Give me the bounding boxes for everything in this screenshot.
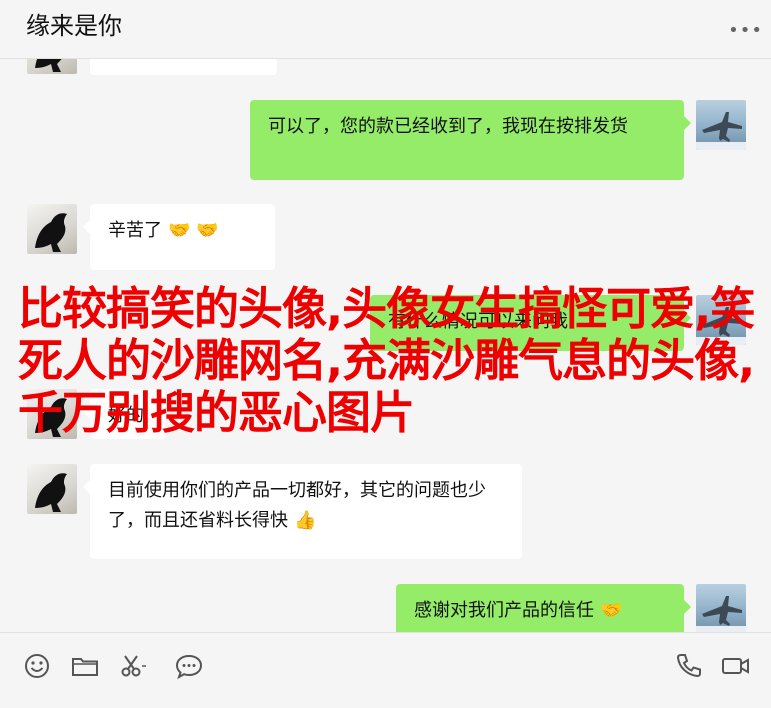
input-toolbar <box>0 632 771 708</box>
emoji-icon[interactable] <box>22 651 52 681</box>
more-icon[interactable]: ••• <box>728 20 763 41</box>
handshake-icon: 🤝 <box>600 600 623 621</box>
overlay-caption: 比较搞笑的头像,头像女生搞怪可爱,笑死人的沙雕网名,充满沙雕气息的头像,千万别搜… <box>18 282 755 439</box>
message-text: 辛苦了 <box>108 220 162 241</box>
message-text: 可以了，您的款已经收到了，我现在按排发货 <box>268 116 628 137</box>
avatar-contact[interactable] <box>27 204 77 254</box>
avatar-contact[interactable] <box>27 59 77 74</box>
avatar-self[interactable] <box>696 584 746 632</box>
message-bubble-incoming[interactable] <box>90 59 277 75</box>
video-call-icon[interactable] <box>721 651 751 681</box>
phone-icon[interactable] <box>674 651 704 681</box>
avatar-self[interactable] <box>696 100 746 150</box>
message-text: 感谢对我们产品的信任 <box>414 600 594 621</box>
chat-title: 缘来是你 <box>26 12 122 40</box>
message-bubble-outgoing[interactable]: 可以了，您的款已经收到了，我现在按排发货 <box>250 100 691 180</box>
message-bubble-incoming[interactable]: 辛苦了 🤝 🤝 <box>83 204 275 270</box>
chat-header: 缘来是你 ••• <box>0 0 771 59</box>
message-bubble-outgoing[interactable]: 感谢对我们产品的信任 🤝 <box>396 584 691 632</box>
thumbs-up-icon: 👍 <box>294 510 317 531</box>
avatar-contact[interactable] <box>27 464 77 514</box>
message-bubble-incoming[interactable]: 目前使用你们的产品一切都好，其它的问题也少了，而且还省料长得快 👍 <box>83 464 522 559</box>
chat-bubble-icon[interactable] <box>174 651 204 681</box>
handshake-icon: 🤝 🤝 <box>168 220 219 241</box>
folder-icon[interactable] <box>70 651 100 681</box>
scissors-icon[interactable] <box>118 651 148 681</box>
